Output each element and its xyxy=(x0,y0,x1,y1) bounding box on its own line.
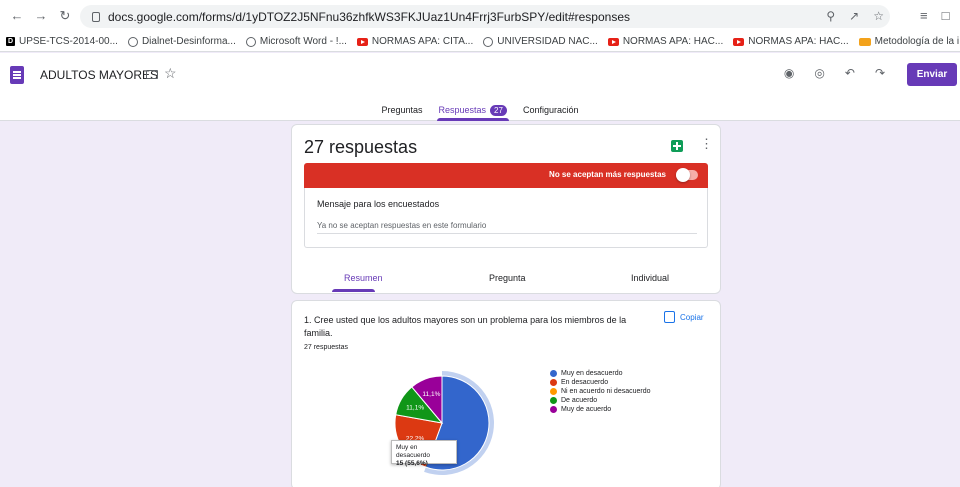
legend-swatch xyxy=(550,406,557,413)
legend-item[interactable]: En desacuerdo xyxy=(550,378,651,387)
globe-icon xyxy=(127,36,138,47)
forms-header: ADULTOS MAYORES ☆ ◉ ◎ ↶ ↷ Enviar Pregunt… xyxy=(0,53,960,121)
undo-icon[interactable]: ↶ xyxy=(845,66,855,80)
question-response-count: 27 respuestas xyxy=(304,344,348,351)
reading-list-icon[interactable]: ≡ xyxy=(920,8,928,23)
back-icon[interactable]: ← xyxy=(10,9,24,23)
youtube-icon xyxy=(733,37,745,46)
form-title[interactable]: ADULTOS MAYORES xyxy=(40,68,158,82)
forms-logo-icon[interactable] xyxy=(10,66,24,84)
legend-swatch xyxy=(550,397,557,404)
share-icon[interactable]: ↗ xyxy=(849,9,859,23)
globe-icon xyxy=(245,36,256,47)
message-title: Mensaje para los encuestados xyxy=(317,199,440,209)
responses-summary-card: 27 respuestas ⋮ No se aceptan más respue… xyxy=(291,124,721,294)
tab-summary[interactable]: Resumen xyxy=(344,273,383,283)
preview-eye-icon[interactable]: ◎ xyxy=(814,66,824,80)
legend-label: En desacuerdo xyxy=(561,379,609,386)
bookmark-item[interactable]: Metodología de la i... xyxy=(858,36,960,47)
legend-item[interactable]: Ni en acuerdo ni desacuerdo xyxy=(550,387,651,396)
tab-settings[interactable]: Configuración xyxy=(521,99,581,121)
legend-item[interactable]: Muy de acuerdo xyxy=(550,405,651,414)
slice-label: 11,1% xyxy=(422,391,440,398)
legend-swatch xyxy=(550,370,557,377)
active-tab-indicator xyxy=(332,289,375,292)
send-button[interactable]: Enviar xyxy=(907,63,957,86)
tab-questions[interactable]: Preguntas xyxy=(379,99,424,121)
accepting-responses-bar: No se aceptan más respuestas xyxy=(304,163,708,188)
tab-individual[interactable]: Individual xyxy=(631,273,669,283)
legend-item[interactable]: De acuerdo xyxy=(550,396,651,405)
bookmark-item[interactable]: NORMAS APA: CITA... xyxy=(356,36,473,47)
legend-swatch xyxy=(550,379,557,386)
slice-label: 11,1% xyxy=(406,404,424,411)
reload-icon[interactable]: ↻ xyxy=(58,9,72,23)
bookmark-item[interactable]: D UPSE-TCS-2014-00... xyxy=(6,36,118,47)
browser-toolbar: ← → ↻ docs.google.com/forms/d/1yDTOZ2J5N… xyxy=(0,0,960,32)
d-icon: D xyxy=(6,37,15,46)
bookmark-item[interactable]: UNIVERSIDAD NAC... xyxy=(483,36,598,47)
bookmark-item[interactable]: NORMAS APA: HAC... xyxy=(733,36,849,47)
tooltip-value: 15 (55,6%) xyxy=(396,460,428,467)
main-tabs: Preguntas Respuestas 27 Configuración xyxy=(0,99,960,121)
url-text[interactable]: docs.google.com/forms/d/1yDTOZ2J5NFnu36z… xyxy=(108,10,630,24)
more-options-icon[interactable]: ⋮ xyxy=(700,137,713,150)
tab-question[interactable]: Pregunta xyxy=(489,273,526,283)
tab-responses[interactable]: Respuestas 27 xyxy=(436,99,510,121)
youtube-icon xyxy=(607,37,619,46)
bookmark-item[interactable]: Microsoft Word - !... xyxy=(245,36,347,47)
globe-icon xyxy=(483,36,494,47)
copy-icon xyxy=(664,311,675,323)
bookmark-item[interactable]: NORMAS APA: HAC... xyxy=(607,36,723,47)
question-text: 1. Cree usted que los adultos mayores so… xyxy=(304,315,627,338)
bookmarks-bar: D UPSE-TCS-2014-00... Dialnet-Desinforma.… xyxy=(0,32,960,52)
responses-count-badge: 27 xyxy=(490,104,507,116)
lock-icon[interactable] xyxy=(92,11,100,22)
message-input[interactable]: Ya no se aceptan respuestas en este form… xyxy=(317,218,697,234)
redo-icon[interactable]: ↷ xyxy=(875,66,885,80)
bookmark-item[interactable]: Dialnet-Desinforma... xyxy=(127,36,236,47)
youtube-icon xyxy=(356,37,368,46)
legend-item[interactable]: Muy en desacuerdo xyxy=(550,369,651,378)
summary-subtabs: Resumen Pregunta Individual xyxy=(292,265,722,293)
star-icon[interactable]: ☆ xyxy=(164,65,177,82)
responses-count: 27 respuestas xyxy=(304,137,418,157)
search-icon[interactable]: ⚲ xyxy=(826,9,835,23)
legend-label: Ni en acuerdo ni desacuerdo xyxy=(561,388,651,395)
copy-button[interactable]: Copiar xyxy=(664,311,704,323)
palette-icon[interactable]: ◉ xyxy=(784,66,794,80)
legend-label: De acuerdo xyxy=(561,397,598,404)
accepting-responses-toggle[interactable] xyxy=(676,168,698,182)
address-bar[interactable]: docs.google.com/forms/d/1yDTOZ2J5NFnu36z… xyxy=(80,5,890,28)
chart-tooltip: Muy en desacuerdo 15 (55,6%) xyxy=(391,440,457,467)
uq-icon xyxy=(858,37,871,46)
folder-icon[interactable] xyxy=(146,70,158,79)
forward-icon[interactable]: → xyxy=(34,9,48,23)
tooltip-title: Muy en desacuerdo xyxy=(396,444,430,459)
side-panel-icon[interactable]: □ xyxy=(942,8,950,23)
legend-swatch xyxy=(550,388,557,395)
bookmark-star-icon[interactable]: ☆ xyxy=(873,9,884,23)
respondent-message-box: Mensaje para los encuestados Ya no se ac… xyxy=(304,188,708,248)
legend-label: Muy en desacuerdo xyxy=(561,370,623,377)
question-card: 1. Cree usted que los adultos mayores so… xyxy=(291,300,721,487)
chart-legend: Muy en desacuerdo En desacuerdo Ni en acue… xyxy=(550,369,651,414)
sheets-icon[interactable] xyxy=(671,140,683,152)
legend-label: Muy de acuerdo xyxy=(561,406,612,413)
not-accepting-label: No se aceptan más respuestas xyxy=(549,170,666,179)
